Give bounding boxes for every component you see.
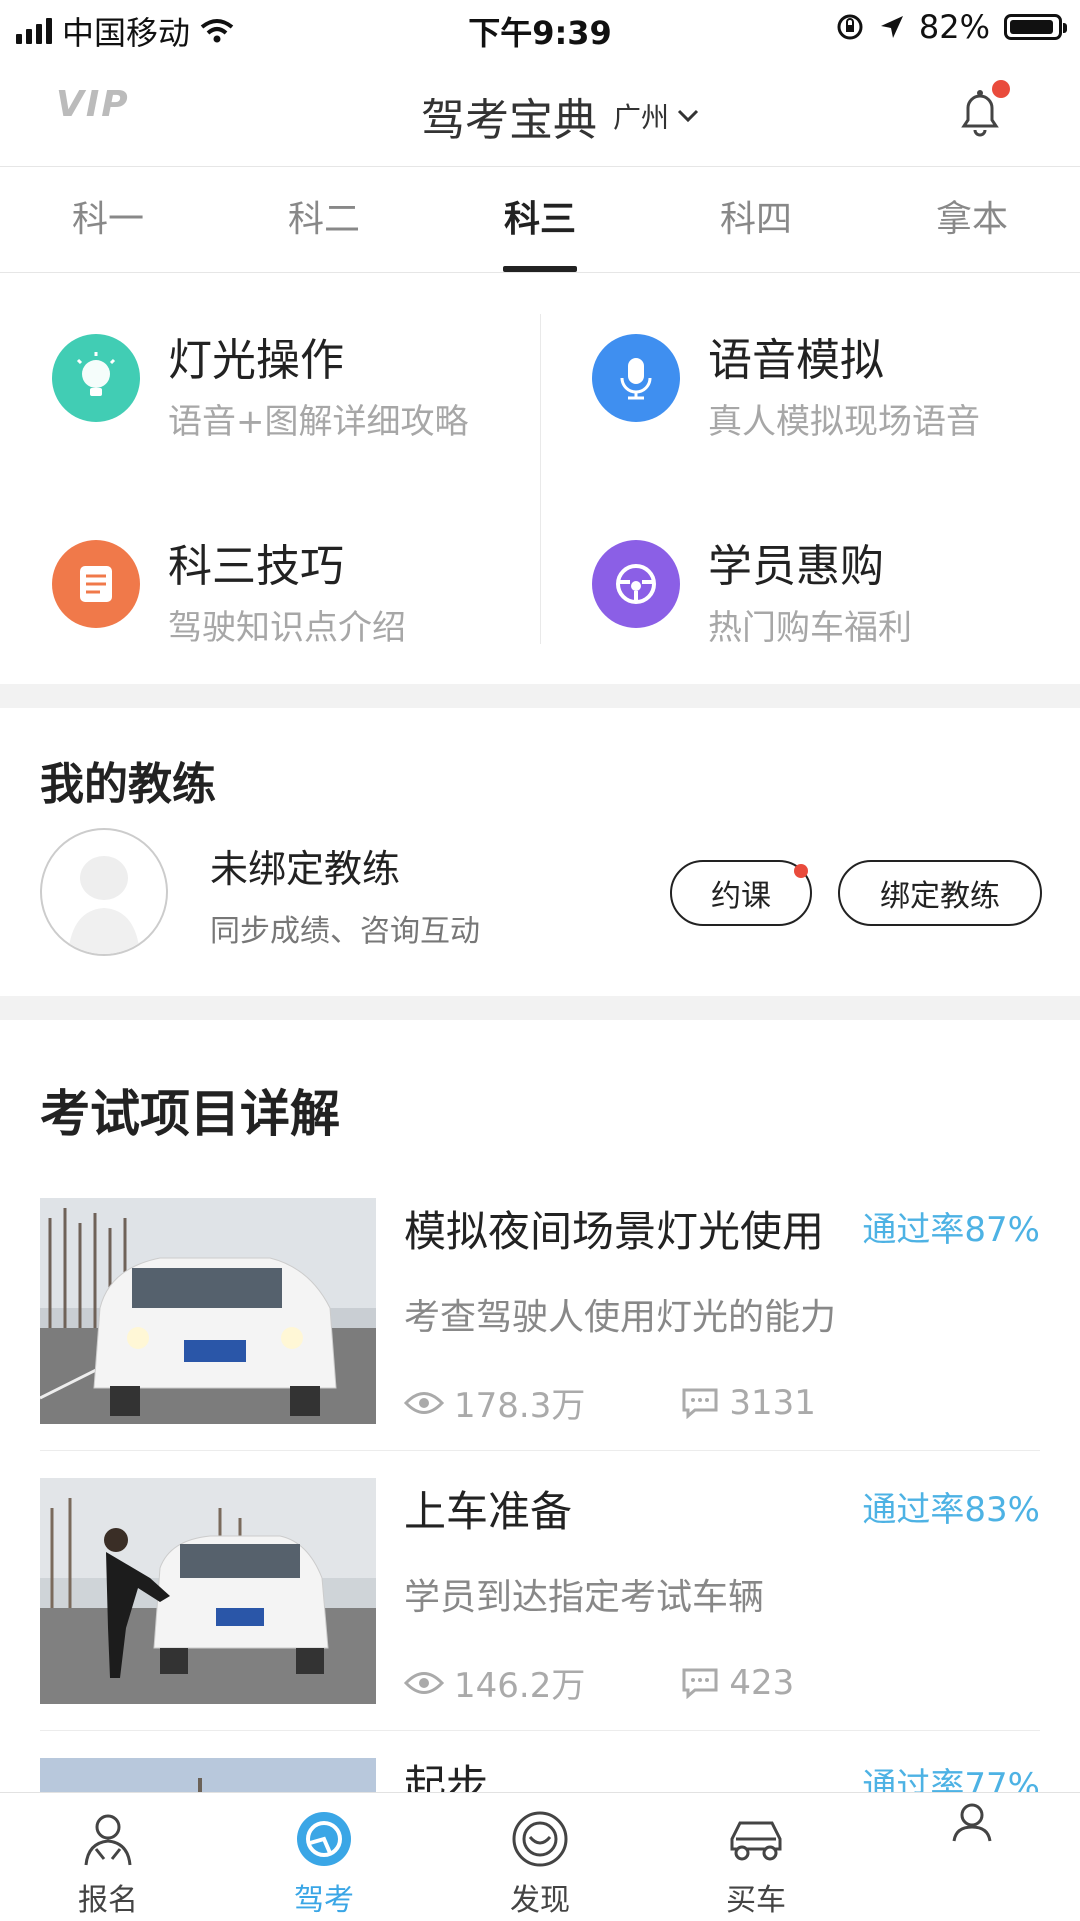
exam-thumbnail: [40, 1198, 376, 1424]
exam-item[interactable]: 模拟夜间场景灯光使用 通过率87% 考查驾驶人使用灯光的能力 178.3万 31…: [40, 1198, 1040, 1426]
feature-name: 学员惠购: [708, 541, 884, 592]
nav-label: 驾考: [294, 1883, 354, 1918]
notification-dot: [794, 864, 808, 878]
row-divider: [40, 1450, 1040, 1451]
location-arrow-icon: [880, 16, 903, 38]
coach-desc: 同步成绩、咨询互动: [210, 914, 480, 949]
pass-rate: 通过率83%: [862, 1490, 1040, 1530]
feature-name: 灯光操作: [168, 335, 344, 386]
car-icon: [730, 1821, 782, 1861]
discover-icon: [512, 1811, 568, 1867]
feature-student-purchase[interactable]: 学员惠购 热门购车福利: [592, 530, 1080, 650]
bind-coach-label: 绑定教练: [880, 879, 1000, 914]
feature-subject3-tips[interactable]: 科三技巧 驾驶知识点介绍: [52, 530, 572, 650]
tab-subject-3[interactable]: 科三: [432, 168, 648, 272]
comment-icon: [682, 1668, 718, 1699]
battery-icon: [1004, 14, 1067, 40]
tab-license[interactable]: 拿本: [864, 168, 1080, 272]
subject-tabs: 科一 科二 科三 科四 拿本: [0, 168, 1080, 273]
notification-dot: [992, 80, 1010, 98]
exam-item[interactable]: 上车准备 通过率83% 学员到达指定考试车辆 146.2万 423: [40, 1478, 1040, 1706]
feature-desc: 驾驶知识点介绍: [168, 608, 406, 648]
eye-icon: [404, 1671, 444, 1694]
nav-buy-car[interactable]: 买车: [648, 1793, 864, 1921]
exam-meta: 178.3万 3131: [404, 1378, 816, 1427]
pass-rate: 通过率87%: [862, 1210, 1040, 1250]
profile-icon: [952, 1803, 992, 1842]
exam-title: 起步: [404, 1761, 489, 1792]
rotation-lock-icon: [837, 14, 863, 40]
exam-section-title: 考试项目详解: [40, 1085, 340, 1143]
pass-rate: 通过率77%: [862, 1766, 1040, 1792]
nav-signup[interactable]: 报名: [0, 1793, 216, 1921]
coach-name: 未绑定教练: [210, 847, 401, 891]
coach-section-title: 我的教练: [40, 759, 216, 810]
view-count: 146.2万: [454, 1666, 586, 1706]
app-header: VIP 驾考宝典 广州: [0, 54, 1080, 167]
nav-discover[interactable]: 发现: [432, 1793, 648, 1921]
tab-subject-1[interactable]: 科一: [0, 168, 216, 272]
avatar[interactable]: [40, 828, 168, 956]
nav-driving-test[interactable]: 驾考: [216, 1793, 432, 1921]
steering-wheel-icon: [592, 540, 680, 628]
battery-percent: 82%: [918, 8, 990, 46]
comment-count: 423: [729, 1662, 795, 1703]
comment-icon: [682, 1388, 718, 1419]
document-icon: [52, 540, 140, 628]
steering-wheel-icon: [297, 1812, 351, 1866]
exam-item[interactable]: 起步 通过率77%: [40, 1758, 1040, 1792]
signup-icon: [84, 1814, 132, 1866]
nav-label: 报名: [78, 1883, 138, 1918]
bind-coach-button[interactable]: 绑定教练: [838, 860, 1042, 926]
nav-label: 发现: [510, 1883, 570, 1918]
chevron-down-icon: [677, 109, 699, 123]
page-title: 驾考宝典: [420, 95, 597, 146]
exam-title: 模拟夜间场景灯光使用: [404, 1207, 825, 1256]
exam-thumbnail: [40, 1758, 376, 1792]
feature-voice-simulation[interactable]: 语音模拟 真人模拟现场语音: [592, 324, 1080, 444]
book-lesson-button[interactable]: 约课: [670, 860, 812, 926]
exam-thumbnail: [40, 1478, 376, 1704]
feature-light-operation[interactable]: 灯光操作 语音+图解详细攻略: [52, 324, 572, 444]
exam-desc: 考查驾驶人使用灯光的能力: [404, 1297, 837, 1338]
bulb-icon: [52, 334, 140, 422]
tab-subject-4[interactable]: 科四: [648, 168, 864, 272]
city-label: 广州: [612, 101, 669, 134]
section-gap: [0, 684, 1080, 708]
nav-profile[interactable]: [864, 1793, 1080, 1921]
feature-name: 科三技巧: [168, 541, 344, 592]
feature-desc: 语音+图解详细攻略: [168, 402, 469, 442]
exam-title: 上车准备: [404, 1487, 573, 1536]
microphone-icon: [592, 334, 680, 422]
eye-icon: [404, 1391, 444, 1414]
bottom-nav: 报名 驾考 发现 买车: [0, 1792, 1080, 1921]
grid-divider: [540, 314, 541, 644]
book-lesson-label: 约课: [711, 879, 771, 914]
status-bar: 中国移动 下午9:39 82%: [0, 0, 1080, 54]
nav-label: 买车: [726, 1883, 786, 1918]
city-selector[interactable]: 广州: [613, 96, 699, 136]
exam-meta: 146.2万 423: [404, 1658, 794, 1707]
view-count: 178.3万: [454, 1386, 586, 1426]
feature-name: 语音模拟: [708, 335, 884, 386]
comment-count: 3131: [729, 1382, 816, 1423]
exam-desc: 学员到达指定考试车辆: [404, 1577, 765, 1618]
notification-bell[interactable]: [952, 80, 1010, 140]
section-gap: [0, 996, 1080, 1020]
tab-subject-2[interactable]: 科二: [216, 168, 432, 272]
row-divider: [40, 1730, 1040, 1731]
avatar-placeholder-icon: [68, 856, 140, 954]
feature-desc: 热门购车福利: [708, 608, 912, 648]
feature-desc: 真人模拟现场语音: [708, 402, 980, 442]
